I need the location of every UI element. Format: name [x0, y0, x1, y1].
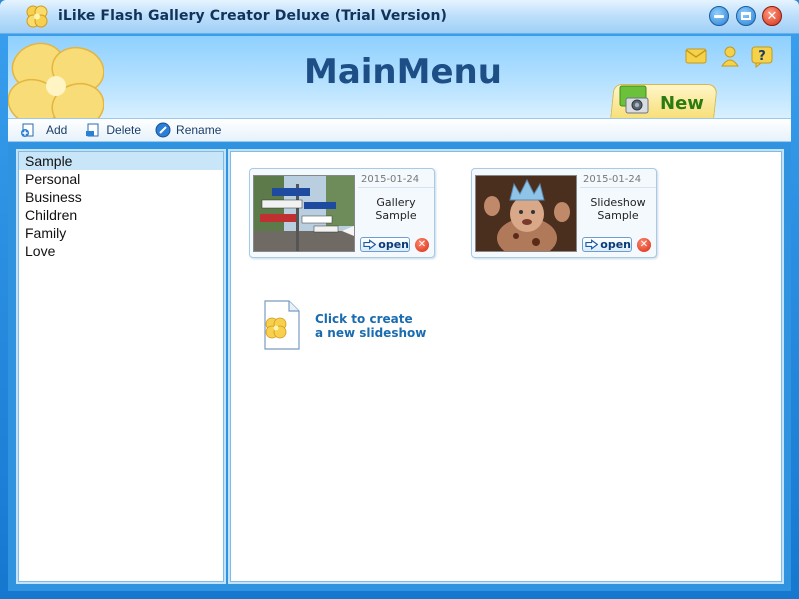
- help-icon[interactable]: ?: [750, 44, 774, 68]
- open-label: open: [600, 238, 631, 251]
- delete-label: Delete: [106, 123, 141, 137]
- camera-icon: [616, 82, 652, 116]
- open-button[interactable]: open: [360, 237, 410, 252]
- maximize-icon: [741, 12, 751, 20]
- project-info: 2015-01-24 Gallery Sample open ✕: [358, 171, 434, 257]
- project-area: 2015-01-24 Gallery Sample open ✕: [230, 151, 782, 582]
- arrow-right-icon: [585, 239, 598, 250]
- svg-text:?: ?: [758, 49, 766, 64]
- project-date: 2015-01-24: [358, 171, 434, 188]
- rename-button[interactable]: Rename: [151, 120, 225, 140]
- project-name-line1: Slideshow: [580, 196, 656, 209]
- project-name: Gallery Sample: [358, 196, 434, 230]
- delete-icon: [85, 122, 101, 138]
- close-icon: ✕: [418, 240, 426, 250]
- new-label[interactable]: New: [660, 93, 704, 114]
- create-slideshow-link[interactable]: Click to create a new slideshow: [261, 300, 461, 352]
- delete-button[interactable]: Delete: [81, 120, 145, 140]
- project-card-gallery[interactable]: 2015-01-24 Gallery Sample open ✕: [249, 168, 435, 258]
- rename-label: Rename: [176, 123, 221, 137]
- category-item-sample[interactable]: Sample: [19, 152, 223, 170]
- street-signs-photo-icon: [254, 176, 355, 252]
- open-label: open: [378, 238, 409, 251]
- delete-project-button[interactable]: ✕: [637, 238, 651, 252]
- project-name-line2: Sample: [358, 209, 434, 222]
- category-item-children[interactable]: Children: [19, 206, 223, 224]
- create-label-line1: Click to create: [315, 312, 426, 326]
- rename-icon: [155, 122, 171, 138]
- delete-project-button[interactable]: ✕: [415, 238, 429, 252]
- minimize-button[interactable]: [709, 6, 729, 26]
- title-bar[interactable]: iLike Flash Gallery Creator Deluxe (Tria…: [0, 0, 799, 34]
- add-label: Add: [46, 123, 67, 137]
- category-item-personal[interactable]: Personal: [19, 170, 223, 188]
- window-title: iLike Flash Gallery Creator Deluxe (Tria…: [58, 8, 447, 24]
- toolbar: Add Delete Rename: [8, 118, 791, 142]
- add-button[interactable]: Add: [16, 120, 71, 140]
- close-icon: ✕: [767, 10, 778, 23]
- clover-decoration-icon: [8, 40, 104, 120]
- minimize-icon: [714, 15, 724, 18]
- category-item-love[interactable]: Love: [19, 242, 223, 260]
- new-document-icon: [261, 300, 301, 350]
- project-thumbnail[interactable]: [253, 175, 355, 252]
- user-icon[interactable]: [718, 44, 742, 68]
- project-name-line2: Sample: [580, 209, 656, 222]
- add-icon: [20, 122, 36, 138]
- header-banner: MainMenu ? New: [8, 36, 791, 118]
- category-list[interactable]: Sample Personal Business Children Family…: [18, 151, 224, 582]
- create-label-line2: a new slideshow: [315, 326, 426, 340]
- body-area: Sample Personal Business Children Family…: [8, 143, 791, 591]
- project-card-slideshow[interactable]: 2015-01-24 Slideshow Sample open ✕: [471, 168, 657, 258]
- baby-crown-photo-icon: [476, 176, 577, 252]
- clover-logo-icon: [24, 4, 50, 30]
- project-name: Slideshow Sample: [580, 196, 656, 230]
- category-item-family[interactable]: Family: [19, 224, 223, 242]
- close-icon: ✕: [640, 240, 648, 250]
- create-label[interactable]: Click to create a new slideshow: [315, 312, 426, 340]
- close-button[interactable]: ✕: [762, 6, 782, 26]
- project-thumbnail[interactable]: [475, 175, 577, 252]
- project-info: 2015-01-24 Slideshow Sample open ✕: [580, 171, 656, 257]
- project-name-line1: Gallery: [358, 196, 434, 209]
- open-button[interactable]: open: [582, 237, 632, 252]
- app-window: iLike Flash Gallery Creator Deluxe (Tria…: [0, 0, 799, 599]
- project-date: 2015-01-24: [580, 171, 656, 188]
- page-title: MainMenu: [304, 52, 502, 92]
- category-item-business[interactable]: Business: [19, 188, 223, 206]
- arrow-right-icon: [363, 239, 376, 250]
- mail-icon[interactable]: [684, 44, 708, 68]
- maximize-button[interactable]: [736, 6, 756, 26]
